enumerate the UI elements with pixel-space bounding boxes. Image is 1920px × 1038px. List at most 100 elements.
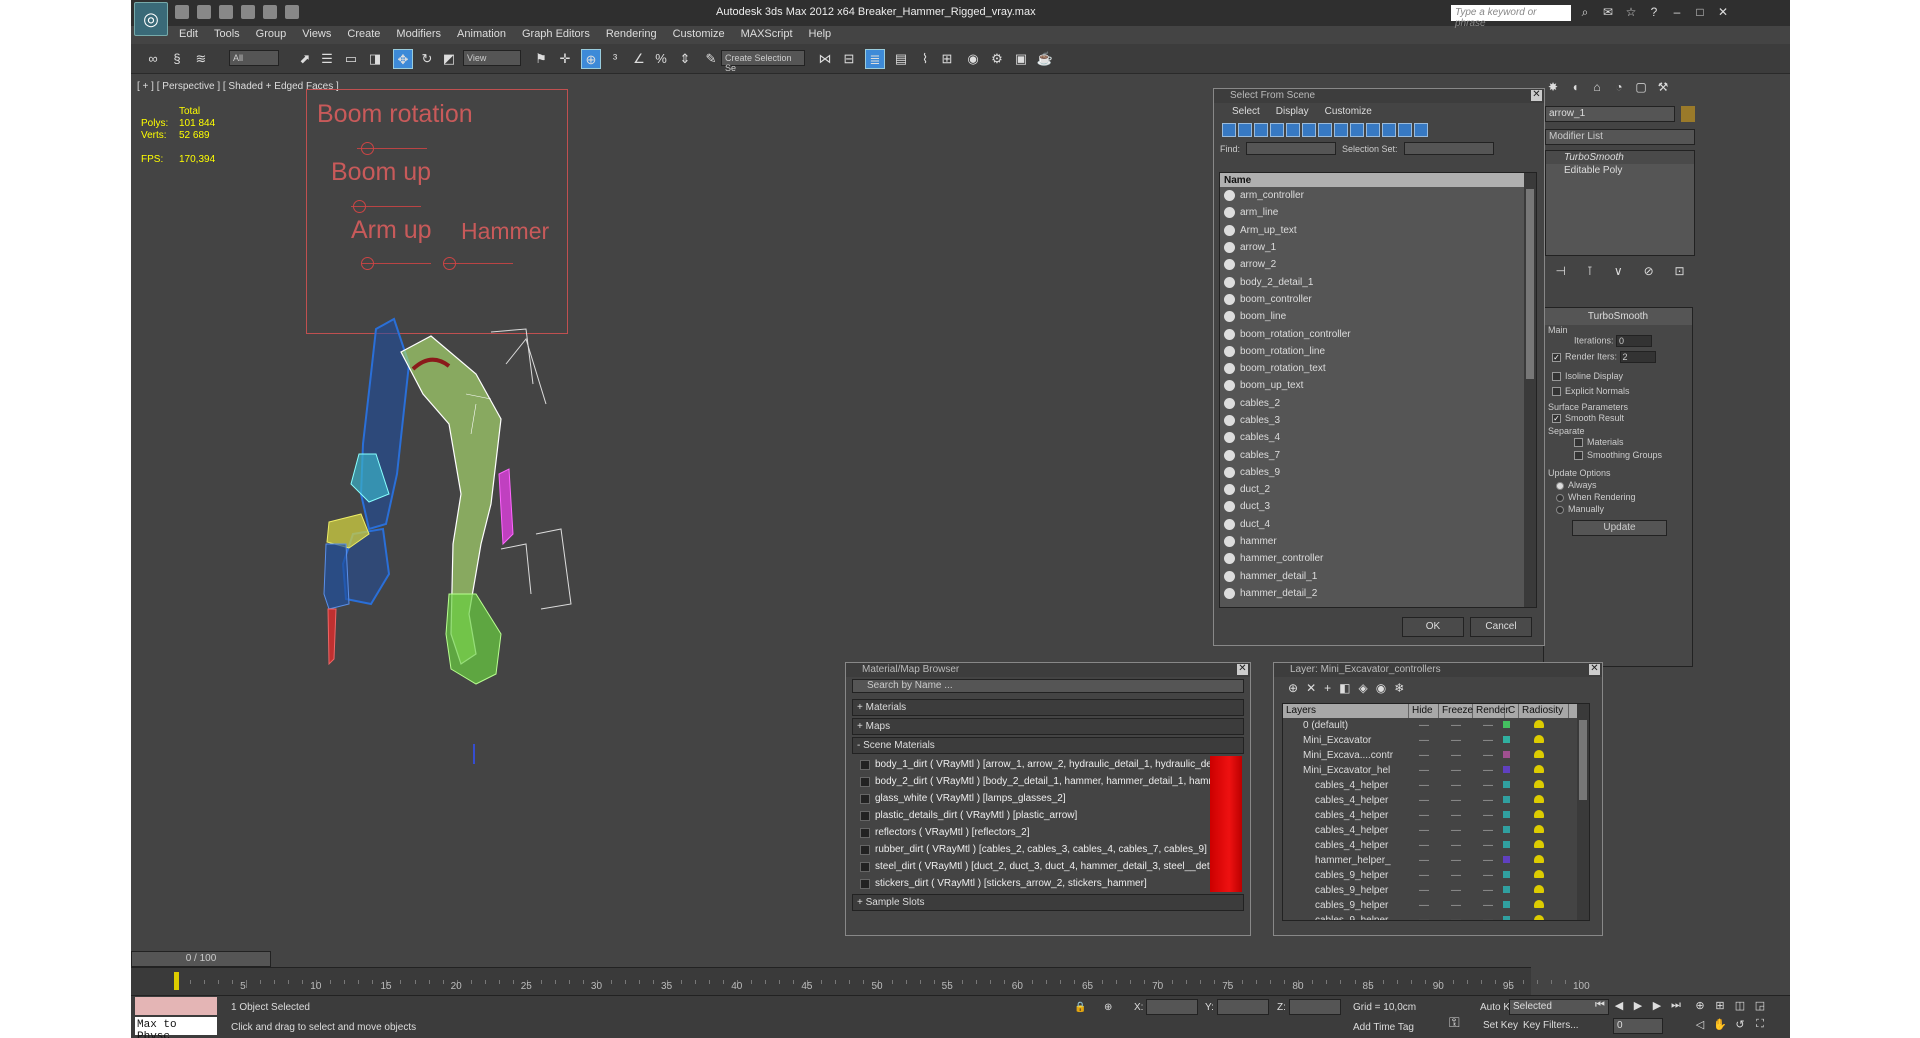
render-toggle[interactable]: — [1473, 810, 1503, 821]
hide-toggle[interactable]: — [1409, 765, 1439, 776]
scene-material-item[interactable]: plastic_details_dirt ( VRayMtl ) [plasti… [860, 807, 1242, 824]
hide-toggle[interactable]: — [1409, 795, 1439, 806]
utilities-tab-icon[interactable]: ⚒ [1655, 80, 1671, 96]
render-toggle[interactable]: — [1473, 765, 1503, 776]
project-folder-icon[interactable] [285, 5, 299, 19]
layer-color-cell[interactable] [1503, 735, 1519, 746]
angle-snap-icon[interactable]: ∠ [629, 49, 649, 69]
current-time-marker[interactable] [174, 972, 179, 990]
scene-object-item[interactable]: arrow_2 [1220, 256, 1536, 273]
schematic-view-icon[interactable]: ⊞ [937, 49, 957, 69]
hide-toggle[interactable]: — [1409, 870, 1439, 881]
orbit-icon[interactable]: ↺ [1733, 1018, 1747, 1032]
radiosity-cell[interactable] [1519, 765, 1559, 776]
layer-manager-title[interactable]: Layer: Mini_Excavator_controllers [1274, 663, 1602, 677]
go-to-end-icon[interactable]: ⏭ [1669, 999, 1683, 1013]
zoom-extents-all-icon[interactable]: ◲ [1753, 999, 1767, 1013]
display-all-icon[interactable] [1414, 123, 1428, 137]
hide-all-icon[interactable]: ◉ [1376, 681, 1386, 695]
hide-toggle[interactable]: — [1409, 750, 1439, 761]
menu-help[interactable]: Help [801, 26, 840, 44]
iterations-spinner[interactable]: 0 [1616, 335, 1653, 347]
maps-rollout[interactable]: + Maps [852, 718, 1244, 735]
key-filters-button[interactable]: Key Filters... [1523, 1020, 1579, 1031]
time-slider[interactable]: 0 / 100 [131, 951, 271, 967]
menu-customize[interactable]: Customize [665, 26, 733, 44]
app-logo-icon[interactable]: ◎ [134, 2, 168, 36]
scene-object-item[interactable]: arrow_1 [1220, 239, 1536, 256]
help-icon[interactable]: ? [1647, 5, 1661, 19]
subscription-icon[interactable]: ✉ [1601, 5, 1615, 19]
scene-object-item[interactable]: boom_up_text [1220, 377, 1536, 394]
scene-material-item[interactable]: body_1_dirt ( VRayMtl ) [arrow_1, arrow_… [860, 756, 1242, 773]
scene-object-item[interactable]: boom_rotation_controller [1220, 325, 1536, 342]
hide-toggle[interactable]: — [1409, 810, 1439, 821]
selection-filter-dropdown[interactable]: All [229, 50, 279, 66]
shapes-filter-icon[interactable] [1238, 123, 1252, 137]
scene-material-item[interactable]: body_2_dirt ( VRayMtl ) [body_2_detail_1… [860, 773, 1242, 790]
perspective-viewport[interactable]: [ + ] [ Perspective ] [ Shaded + Edged F… [131, 74, 1181, 764]
layer-color-cell[interactable] [1503, 780, 1519, 791]
ok-button[interactable]: OK [1402, 617, 1464, 637]
named-selection-dropdown[interactable]: Create Selection Se [721, 50, 805, 73]
render-icon[interactable]: ☕ [1035, 49, 1055, 69]
modifier-list-dropdown[interactable]: Modifier List [1545, 129, 1695, 145]
radiosity-cell[interactable] [1519, 900, 1559, 911]
binoculars-icon[interactable]: ⌕ [1578, 5, 1592, 19]
scene-material-item[interactable]: reflectors ( VRayMtl ) [reflectors_2] [860, 824, 1242, 841]
radiosity-cell[interactable] [1519, 825, 1559, 836]
scene-material-item[interactable]: steel_dirt ( VRayMtl ) [duct_2, duct_3, … [860, 858, 1242, 875]
scene-object-item[interactable]: cables_3 [1220, 412, 1536, 429]
material-search-input[interactable]: Search by Name ... [852, 679, 1244, 693]
scene-object-item[interactable]: boom_controller [1220, 291, 1536, 308]
rendered-frame-icon[interactable]: ▣ [1011, 49, 1031, 69]
smoothing-groups-checkbox[interactable] [1574, 451, 1583, 461]
layer-row[interactable]: Mini_Excavator — — — [1283, 733, 1589, 748]
rect-selection-icon[interactable]: ▭ [341, 49, 361, 69]
layer-color-cell[interactable] [1503, 840, 1519, 851]
render-toggle[interactable]: — [1473, 825, 1503, 836]
hide-toggle[interactable]: — [1409, 720, 1439, 731]
freeze-toggle[interactable]: — [1439, 795, 1473, 806]
hide-toggle[interactable]: — [1409, 855, 1439, 866]
scene-object-item[interactable]: cables_4 [1220, 429, 1536, 446]
freeze-toggle[interactable]: — [1439, 720, 1473, 731]
object-name-field[interactable]: arrow_1 [1545, 106, 1675, 122]
menu-create[interactable]: Create [339, 26, 388, 44]
add-time-tag[interactable]: Add Time Tag [1353, 1022, 1414, 1033]
spacewarps-filter-icon[interactable] [1302, 123, 1316, 137]
render-setup-icon[interactable]: ⚙ [987, 49, 1007, 69]
menu-tools[interactable]: Tools [206, 26, 248, 44]
freeze-toggle[interactable]: — [1439, 855, 1473, 866]
sample-slots-rollout[interactable]: + Sample Slots [852, 894, 1244, 911]
render-toggle[interactable]: — [1473, 780, 1503, 791]
render-toggle[interactable]: — [1473, 735, 1503, 746]
current-frame-field[interactable]: 0 [1613, 1018, 1663, 1034]
hide-toggle[interactable]: — [1409, 840, 1439, 851]
zoom-extents-icon[interactable]: ◫ [1733, 999, 1747, 1013]
unlink-icon[interactable]: § [167, 49, 187, 69]
make-unique-icon[interactable]: ∨ [1614, 264, 1623, 282]
render-toggle[interactable]: — [1473, 750, 1503, 761]
layer-color-cell[interactable] [1503, 795, 1519, 806]
y-coordinate-field[interactable] [1217, 999, 1269, 1015]
previous-frame-icon[interactable]: ◀ [1612, 999, 1626, 1013]
hide-toggle[interactable]: — [1409, 780, 1439, 791]
layer-row[interactable]: cables_9_helper — — — [1283, 913, 1589, 920]
hide-toggle[interactable]: — [1409, 885, 1439, 896]
menu-customize[interactable]: Customize [1325, 106, 1372, 117]
set-key-icon[interactable]: ⚿ [1449, 1014, 1460, 1031]
scene-object-item[interactable]: boom_rotation_line [1220, 343, 1536, 360]
always-radio[interactable] [1556, 481, 1564, 490]
layer-row[interactable]: hammer_helper_ — — — [1283, 853, 1589, 868]
freeze-toggle[interactable]: — [1439, 825, 1473, 836]
scene-object-item[interactable]: cables_2 [1220, 395, 1536, 412]
render-toggle[interactable]: — [1473, 855, 1503, 866]
radiosity-cell[interactable] [1519, 735, 1559, 746]
scene-object-item[interactable]: arm_controller [1220, 187, 1536, 204]
column-radiosity[interactable]: Radiosity [1519, 704, 1569, 718]
maximize-viewport-icon[interactable]: ⛶ [1753, 1018, 1767, 1032]
scene-material-item[interactable]: glass_white ( VRayMtl ) [lamps_glasses_2… [860, 790, 1242, 807]
freeze-toggle[interactable]: — [1439, 735, 1473, 746]
bones-filter-icon[interactable] [1350, 123, 1364, 137]
